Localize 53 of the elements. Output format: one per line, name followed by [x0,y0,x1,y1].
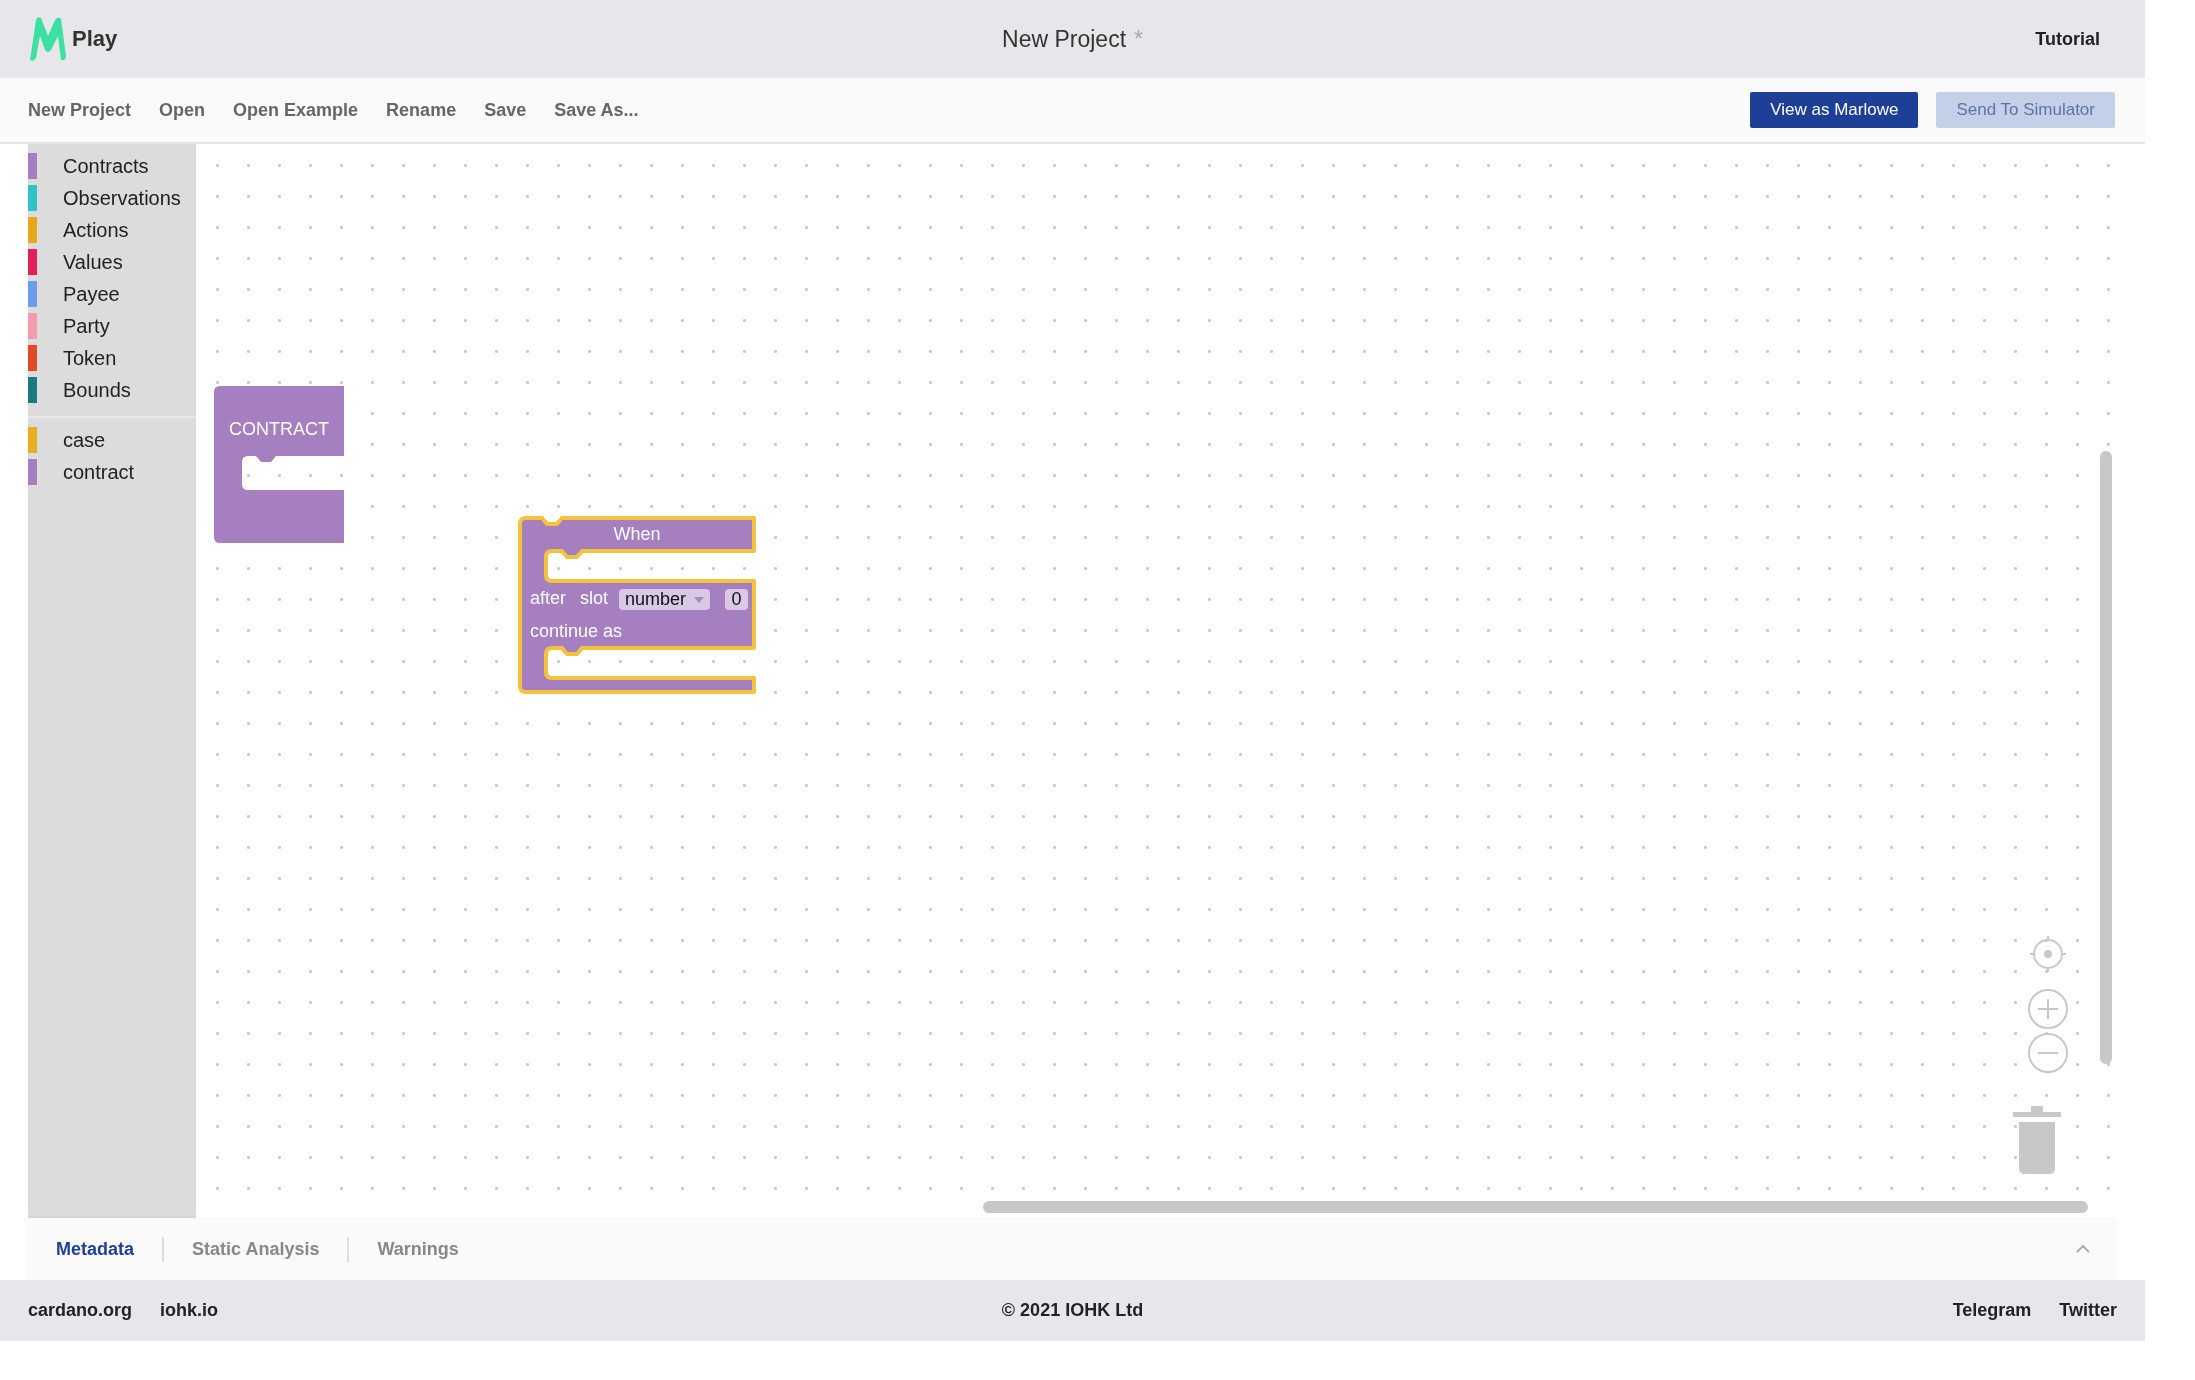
category-label: Bounds [63,378,131,402]
category-label: Token [63,346,117,370]
continue-label: continue as [530,621,623,641]
category-label: Values [63,250,123,274]
recenter-icon[interactable] [2028,934,2068,974]
view-button[interactable]: View as Marlowe [1750,92,1919,128]
category-label: Actions [63,218,129,242]
category-item[interactable]: case [28,424,196,456]
after-label: after [530,588,567,608]
category-item[interactable]: Party [28,310,196,342]
caret-icon[interactable] [2076,1244,2090,1254]
menu-link[interactable]: Open Example [233,99,359,121]
project-title: New Project [1002,25,1126,53]
category-label: contract [63,460,135,484]
logo-icon [28,16,68,62]
category-label: Payee [63,282,120,306]
category-label: case [63,428,106,452]
category-item[interactable]: contract [28,456,196,488]
category-label: Contracts [63,154,149,178]
category-item[interactable]: Actions [28,214,196,246]
category-item[interactable]: Observations [28,182,196,214]
copyright-text: © 2021 IOHK Ltd [1001,1300,1144,1321]
footer-link[interactable]: cardano.org [28,1300,133,1321]
category-item[interactable]: Contracts [28,150,196,182]
menu-link[interactable]: Save As... [554,99,639,121]
panel-tab[interactable]: Metadata [48,1236,163,1262]
menu-link[interactable]: Rename [386,99,457,121]
category-item[interactable]: Values [28,246,196,278]
menu-link[interactable]: Save [484,99,527,121]
footer-link[interactable]: iohk.io [160,1300,219,1321]
menu-link[interactable]: Open [159,99,206,121]
type-dropdown[interactable]: number [619,589,710,610]
footer-link[interactable]: Twitter [2059,1300,2117,1321]
vertical-scrollbar[interactable] [2100,451,2112,1064]
value-field[interactable]: 0 [725,589,748,610]
zoom-out-icon[interactable] [2027,1032,2069,1074]
category-item[interactable]: Token [28,342,196,374]
zoom-in-icon[interactable] [2027,988,2069,1030]
category-item[interactable]: Payee [28,278,196,310]
category-label: Observations [63,186,181,210]
contract-block[interactable] [214,386,344,543]
footer-link[interactable]: Telegram [1952,1300,2032,1321]
category-item[interactable]: Bounds [28,374,196,406]
horizontal-scrollbar[interactable] [983,1201,2088,1213]
category-label: Party [63,314,110,338]
when-block[interactable] [518,516,756,694]
unsaved-mark: * [1134,25,1143,53]
app-name: Play [72,26,118,52]
block-label: CONTRACT [229,419,329,439]
menu-link[interactable]: New Project [28,99,132,121]
tutorial-link[interactable]: Tutorial [2035,28,2100,50]
slot-label: slot [580,588,608,608]
block-title: When [613,524,661,544]
